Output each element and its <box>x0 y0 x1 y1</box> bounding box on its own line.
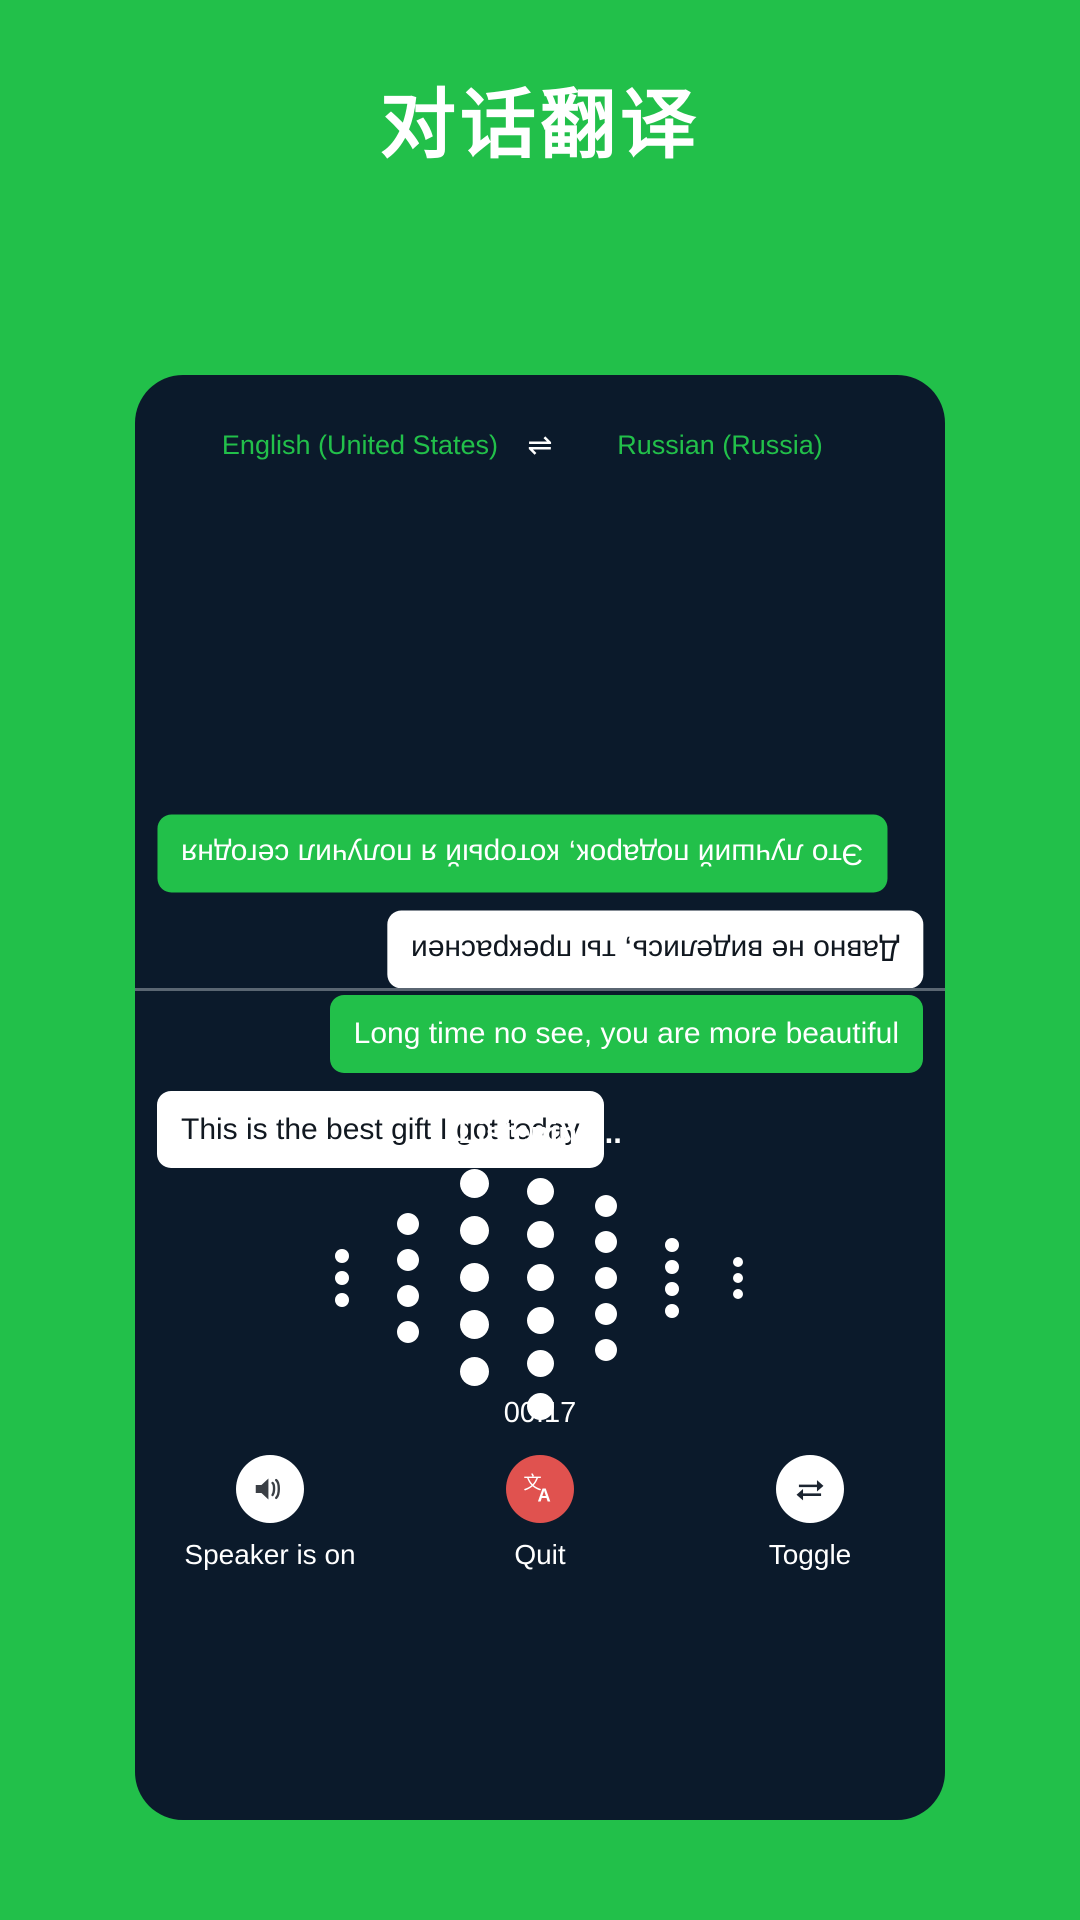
speaker-volume-icon <box>255 1478 280 1500</box>
quit-button-label: Quit <box>514 1539 566 1570</box>
waveform-column <box>441 1160 507 1395</box>
quit-button[interactable]: 文 A Quit <box>420 1455 660 1571</box>
swap-horizontal-arrows-icon[interactable]: ⇌ <box>510 430 570 461</box>
waveform-dot <box>526 1350 554 1377</box>
recording-timer: 00:17 <box>503 1397 577 1429</box>
pane-divider <box>135 988 945 991</box>
chat-bubble-remote-translated[interactable]: Это лучший подарок, который я получил се… <box>157 815 888 893</box>
waveform-dot <box>665 1281 679 1296</box>
message-row: Long time no see, you are more beautiful <box>157 995 923 1073</box>
waveform-dot <box>335 1292 349 1307</box>
waveform-dot <box>397 1320 419 1343</box>
waveform-dot <box>665 1259 679 1274</box>
waveform-dot <box>526 1178 554 1205</box>
waveform-dot <box>733 1272 743 1283</box>
waveform-dot <box>526 1307 554 1334</box>
page-title: 对话翻译 <box>380 83 700 168</box>
source-language-selector[interactable]: English (United States) <box>210 430 510 461</box>
toggle-button-circle[interactable] <box>776 1455 844 1523</box>
waveform-dot <box>459 1357 489 1386</box>
control-bar: Speaker is on 文 A Quit Toggle <box>135 1455 945 1571</box>
speaker-button[interactable]: Speaker is on <box>150 1455 390 1571</box>
waveform-dot <box>397 1248 419 1271</box>
waveform-dot <box>459 1263 489 1292</box>
toggle-button-label: Toggle <box>768 1539 852 1570</box>
speaker-button-circle[interactable] <box>236 1455 304 1523</box>
waveform-dot <box>595 1194 617 1217</box>
waveform-column <box>309 1245 375 1311</box>
waveform-dot <box>397 1212 419 1235</box>
remote-conversation-pane: Это лучший подарок, который я получил се… <box>135 625 945 988</box>
waveform-column <box>375 1206 441 1350</box>
waveform-dot <box>335 1248 349 1263</box>
target-language-selector[interactable]: Russian (Russia) <box>570 430 870 461</box>
waveform-dot <box>526 1135 554 1162</box>
language-selector-bar: English (United States) ⇌ Russian (Russi… <box>135 430 945 461</box>
waveform-dot <box>595 1302 617 1325</box>
waveform-dot <box>459 1310 489 1339</box>
waveform-dot <box>665 1303 679 1318</box>
waveform-column <box>507 1127 573 1428</box>
waveform-dot <box>595 1230 617 1253</box>
waveform-dot <box>595 1338 617 1361</box>
waveform-dot <box>733 1288 743 1299</box>
svg-text:A: A <box>538 1485 551 1506</box>
quit-button-circle[interactable]: 文 A <box>506 1455 574 1523</box>
swap-repeat-arrows-icon <box>796 1480 824 1501</box>
speaker-button-label: Speaker is on <box>184 1539 356 1570</box>
message-row: Это лучший подарок, который я получил се… <box>157 815 923 893</box>
waveform-dot <box>526 1221 554 1248</box>
waveform-column <box>705 1254 771 1302</box>
waveform-dot <box>459 1169 489 1198</box>
waveform-dot <box>595 1266 617 1289</box>
chat-bubble-remote-source[interactable]: Давно не виделись, ты прекраснеи <box>386 910 923 988</box>
waveform-dot <box>665 1237 679 1252</box>
message-row: Давно не виделись, ты прекраснеи <box>157 910 923 988</box>
waveform-dot <box>526 1264 554 1291</box>
toggle-button[interactable]: Toggle <box>690 1455 930 1571</box>
waveform-column <box>573 1188 639 1368</box>
chat-bubble-local-translated[interactable]: Long time no see, you are more beautiful <box>329 995 923 1073</box>
waveform-dot <box>397 1284 419 1307</box>
waveform-dot <box>459 1216 489 1245</box>
phone-preview-card: English (United States) ⇌ Russian (Russi… <box>135 375 945 1820</box>
audio-waveform-visualizer <box>135 1135 945 1420</box>
waveform-column <box>639 1234 705 1322</box>
translate-icon: 文 A <box>523 1472 551 1506</box>
waveform-dot <box>733 1256 743 1267</box>
waveform-dot <box>335 1270 349 1285</box>
